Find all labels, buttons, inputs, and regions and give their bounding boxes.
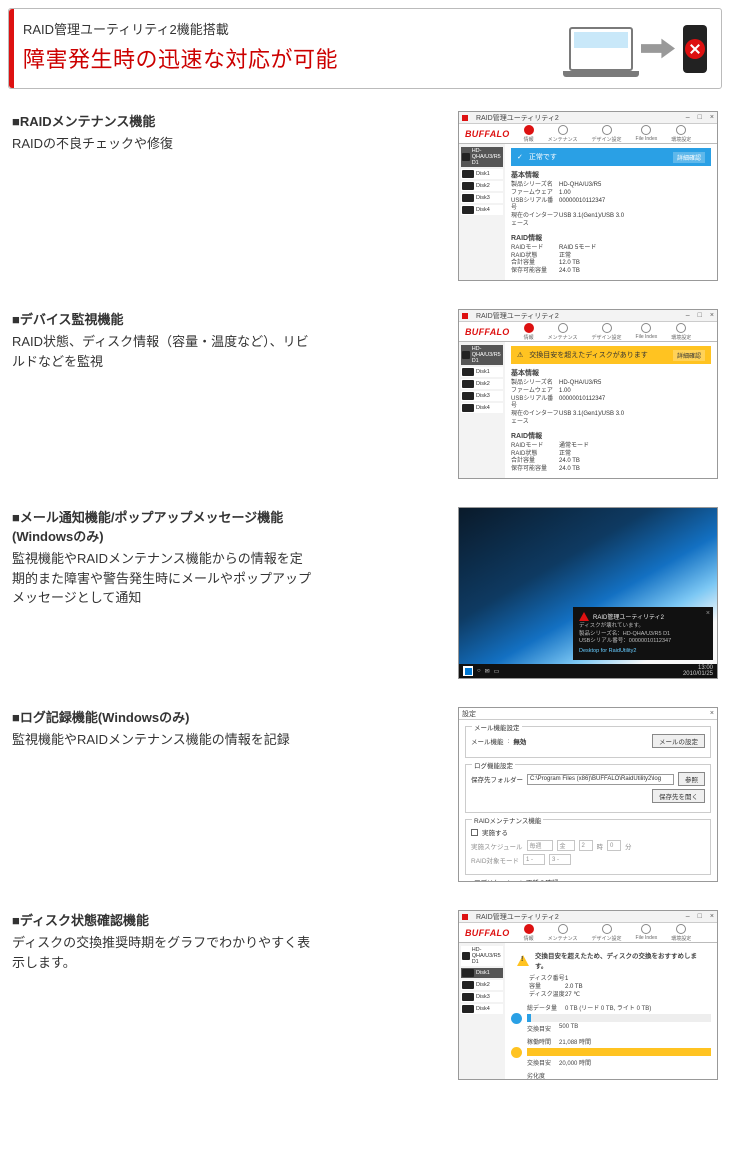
sidebar-model[interactable]: HD-QHA/U3/R5 D1 (461, 147, 503, 167)
hero-graphic (569, 25, 707, 73)
warning-strip: ⚠交換目安を超えたディスクがあります詳細確認 (511, 346, 711, 364)
section-desc: RAID状態、ディスク情報（容量・温度など）、リビルドなどを監視 (12, 332, 312, 371)
cortana-icon[interactable]: ○ (477, 668, 481, 674)
runtime-icon (511, 1047, 522, 1058)
section-heading: ■メール通知機能/ポップアップメッセージ機能 (Windowsのみ) (12, 507, 312, 545)
warning-icon (517, 955, 529, 966)
sidebar-disk4[interactable]: Disk4 (461, 205, 503, 215)
app-icon (462, 115, 468, 121)
hero-banner: RAID管理ユーティリティ2機能搭載 障害発生時の迅速な対応が可能 (8, 8, 722, 89)
min-icon[interactable]: – (686, 114, 690, 121)
tab-option[interactable]: 環境設定 (671, 125, 691, 143)
section-device-monitor: ■デバイス監視機能 RAID状態、ディスク情報（容量・温度など）、リビルドなどを… (12, 309, 718, 479)
tab-maintenance[interactable]: メンテナンス (548, 125, 578, 143)
group-log: ログ機能設定 保存先フォルダーC:\Program Files (x86)\BU… (465, 764, 711, 813)
status-text: 正常です (529, 152, 557, 162)
data-volume-icon (511, 1013, 522, 1024)
section-log: ■ログ記録機能(Windowsのみ) 監視機能やRAIDメンテナンス機能の情報を… (12, 707, 718, 882)
detail-button[interactable]: 詳細確認 (673, 152, 705, 163)
sidebar-disk3[interactable]: Disk3 (461, 193, 503, 203)
section-desc: RAIDの不良チェックや修復 (12, 134, 312, 154)
open-folder-button[interactable]: 保存先を開く (652, 789, 705, 803)
notification-toast[interactable]: × RAID管理ユーティリティ2 ディスクが壊れています。 製品シリーズ名：HD… (573, 607, 713, 660)
group-update: アプリケーション更新の確認 新しいバージョンがある場合にお知らせする (465, 881, 711, 882)
screenshot-maintenance: RAID管理ユーティリティ2 – □ × BUFFALO 情報 メンテナンス デザイン… (458, 111, 718, 281)
section-raid-maintenance: ■RAIDメンテナンス機能 RAIDの不良チェックや修復 RAID管理ユーティリ… (12, 111, 718, 281)
screenshot-disk-status: RAID管理ユーティリティ2–□× BUFFALO 情報 メンテナンス デザイン… (458, 910, 718, 1080)
toast-title: RAID管理ユーティリティ2 (593, 612, 664, 621)
brand-logo: BUFFALO (465, 129, 510, 139)
group-mail: メール機能設定 メール機能:無効メールの設定 (465, 726, 711, 758)
status-strip: ✓正常です詳細確認 (511, 148, 711, 166)
degradation-icon (511, 1079, 522, 1080)
browse-button[interactable]: 参照 (678, 772, 705, 786)
error-x-icon (685, 39, 705, 59)
folder-input[interactable]: C:\Program Files (x86)\BUFFALO\RaidUtili… (527, 774, 674, 785)
alert-icon (579, 612, 589, 621)
section-mail-popup: ■メール通知機能/ポップアップメッセージ機能 (Windowsのみ) 監視機能や… (12, 507, 718, 679)
desktop-bg: × RAID管理ユーティリティ2 ディスクが壊れています。 製品シリーズ名：HD… (459, 508, 717, 678)
taskbar[interactable]: ○ ✉ ▭ 13:002010/01/25 (459, 664, 717, 678)
taskbar-clock: 13:002010/01/25 (683, 665, 713, 677)
mail-icon[interactable]: ✉ (485, 668, 490, 675)
screenshot-popup: × RAID管理ユーティリティ2 ディスクが壊れています。 製品シリーズ名：HD… (458, 507, 718, 679)
window-title: RAID管理ユーティリティ2 (476, 311, 559, 321)
tab-file[interactable]: File Index (636, 125, 658, 142)
toast-close-icon[interactable]: × (706, 610, 710, 617)
section-desc: 監視機能やRAIDメンテナンス機能の情報を記録 (12, 730, 312, 750)
warning-banner: 交換目安を超えたため、ディスクの交換をおすすめします。 (511, 947, 711, 973)
max-icon[interactable]: □ (698, 114, 702, 121)
sidebar-disk2[interactable]: Disk2 (461, 181, 503, 191)
start-icon[interactable] (463, 666, 473, 676)
group-raid-maint: RAIDメンテナンス機能 実施する 実施スケジュール毎週金2時0分 RAID対象… (465, 819, 711, 875)
section-heading: ■ディスク状態確認機能 (12, 910, 312, 929)
enable-checkbox[interactable] (471, 829, 478, 836)
store-icon[interactable]: ▭ (494, 668, 500, 675)
section-heading: ■RAIDメンテナンス機能 (12, 111, 312, 130)
sidebar: HD-QHA/U3/R5 D1 Disk1 Disk2 Disk3 Disk4 (459, 144, 505, 280)
close-icon[interactable]: × (710, 114, 714, 121)
section-desc: ディスクの交換推奨時期をグラフでわかりやすく表示します。 (12, 933, 312, 972)
window-title: RAID管理ユーティリティ2 (476, 113, 559, 123)
section-disk-status: ■ディスク状態確認機能 ディスクの交換推奨時期をグラフでわかりやすく表示します。… (12, 910, 718, 1080)
basic-info-heading: 基本情報 (511, 170, 711, 180)
mail-settings-button[interactable]: メールの設定 (652, 734, 705, 748)
sidebar-disk1[interactable]: Disk1 (461, 169, 503, 179)
tab-setting[interactable]: デザイン設定 (592, 125, 622, 143)
dialog-title: 設定 (462, 709, 476, 719)
arrow-icon (641, 38, 675, 60)
section-desc: 監視機能やRAIDメンテナンス機能からの情報を定期的また障害や警告発生時にメール… (12, 549, 312, 608)
laptop-icon (569, 27, 633, 71)
section-heading: ■デバイス監視機能 (12, 309, 312, 328)
tab-info[interactable]: 情報 (524, 125, 534, 143)
raid-info-heading: RAID情報 (511, 233, 711, 243)
disk-icon (683, 25, 707, 73)
screenshot-monitor: RAID管理ユーティリティ2–□× BUFFALO 情報 メンテナンス デザイン… (458, 309, 718, 479)
screenshot-settings: 設定× メール機能設定 メール機能:無効メールの設定 ログ機能設定 保存先フォル… (458, 707, 718, 882)
section-heading: ■ログ記録機能(Windowsのみ) (12, 707, 312, 726)
